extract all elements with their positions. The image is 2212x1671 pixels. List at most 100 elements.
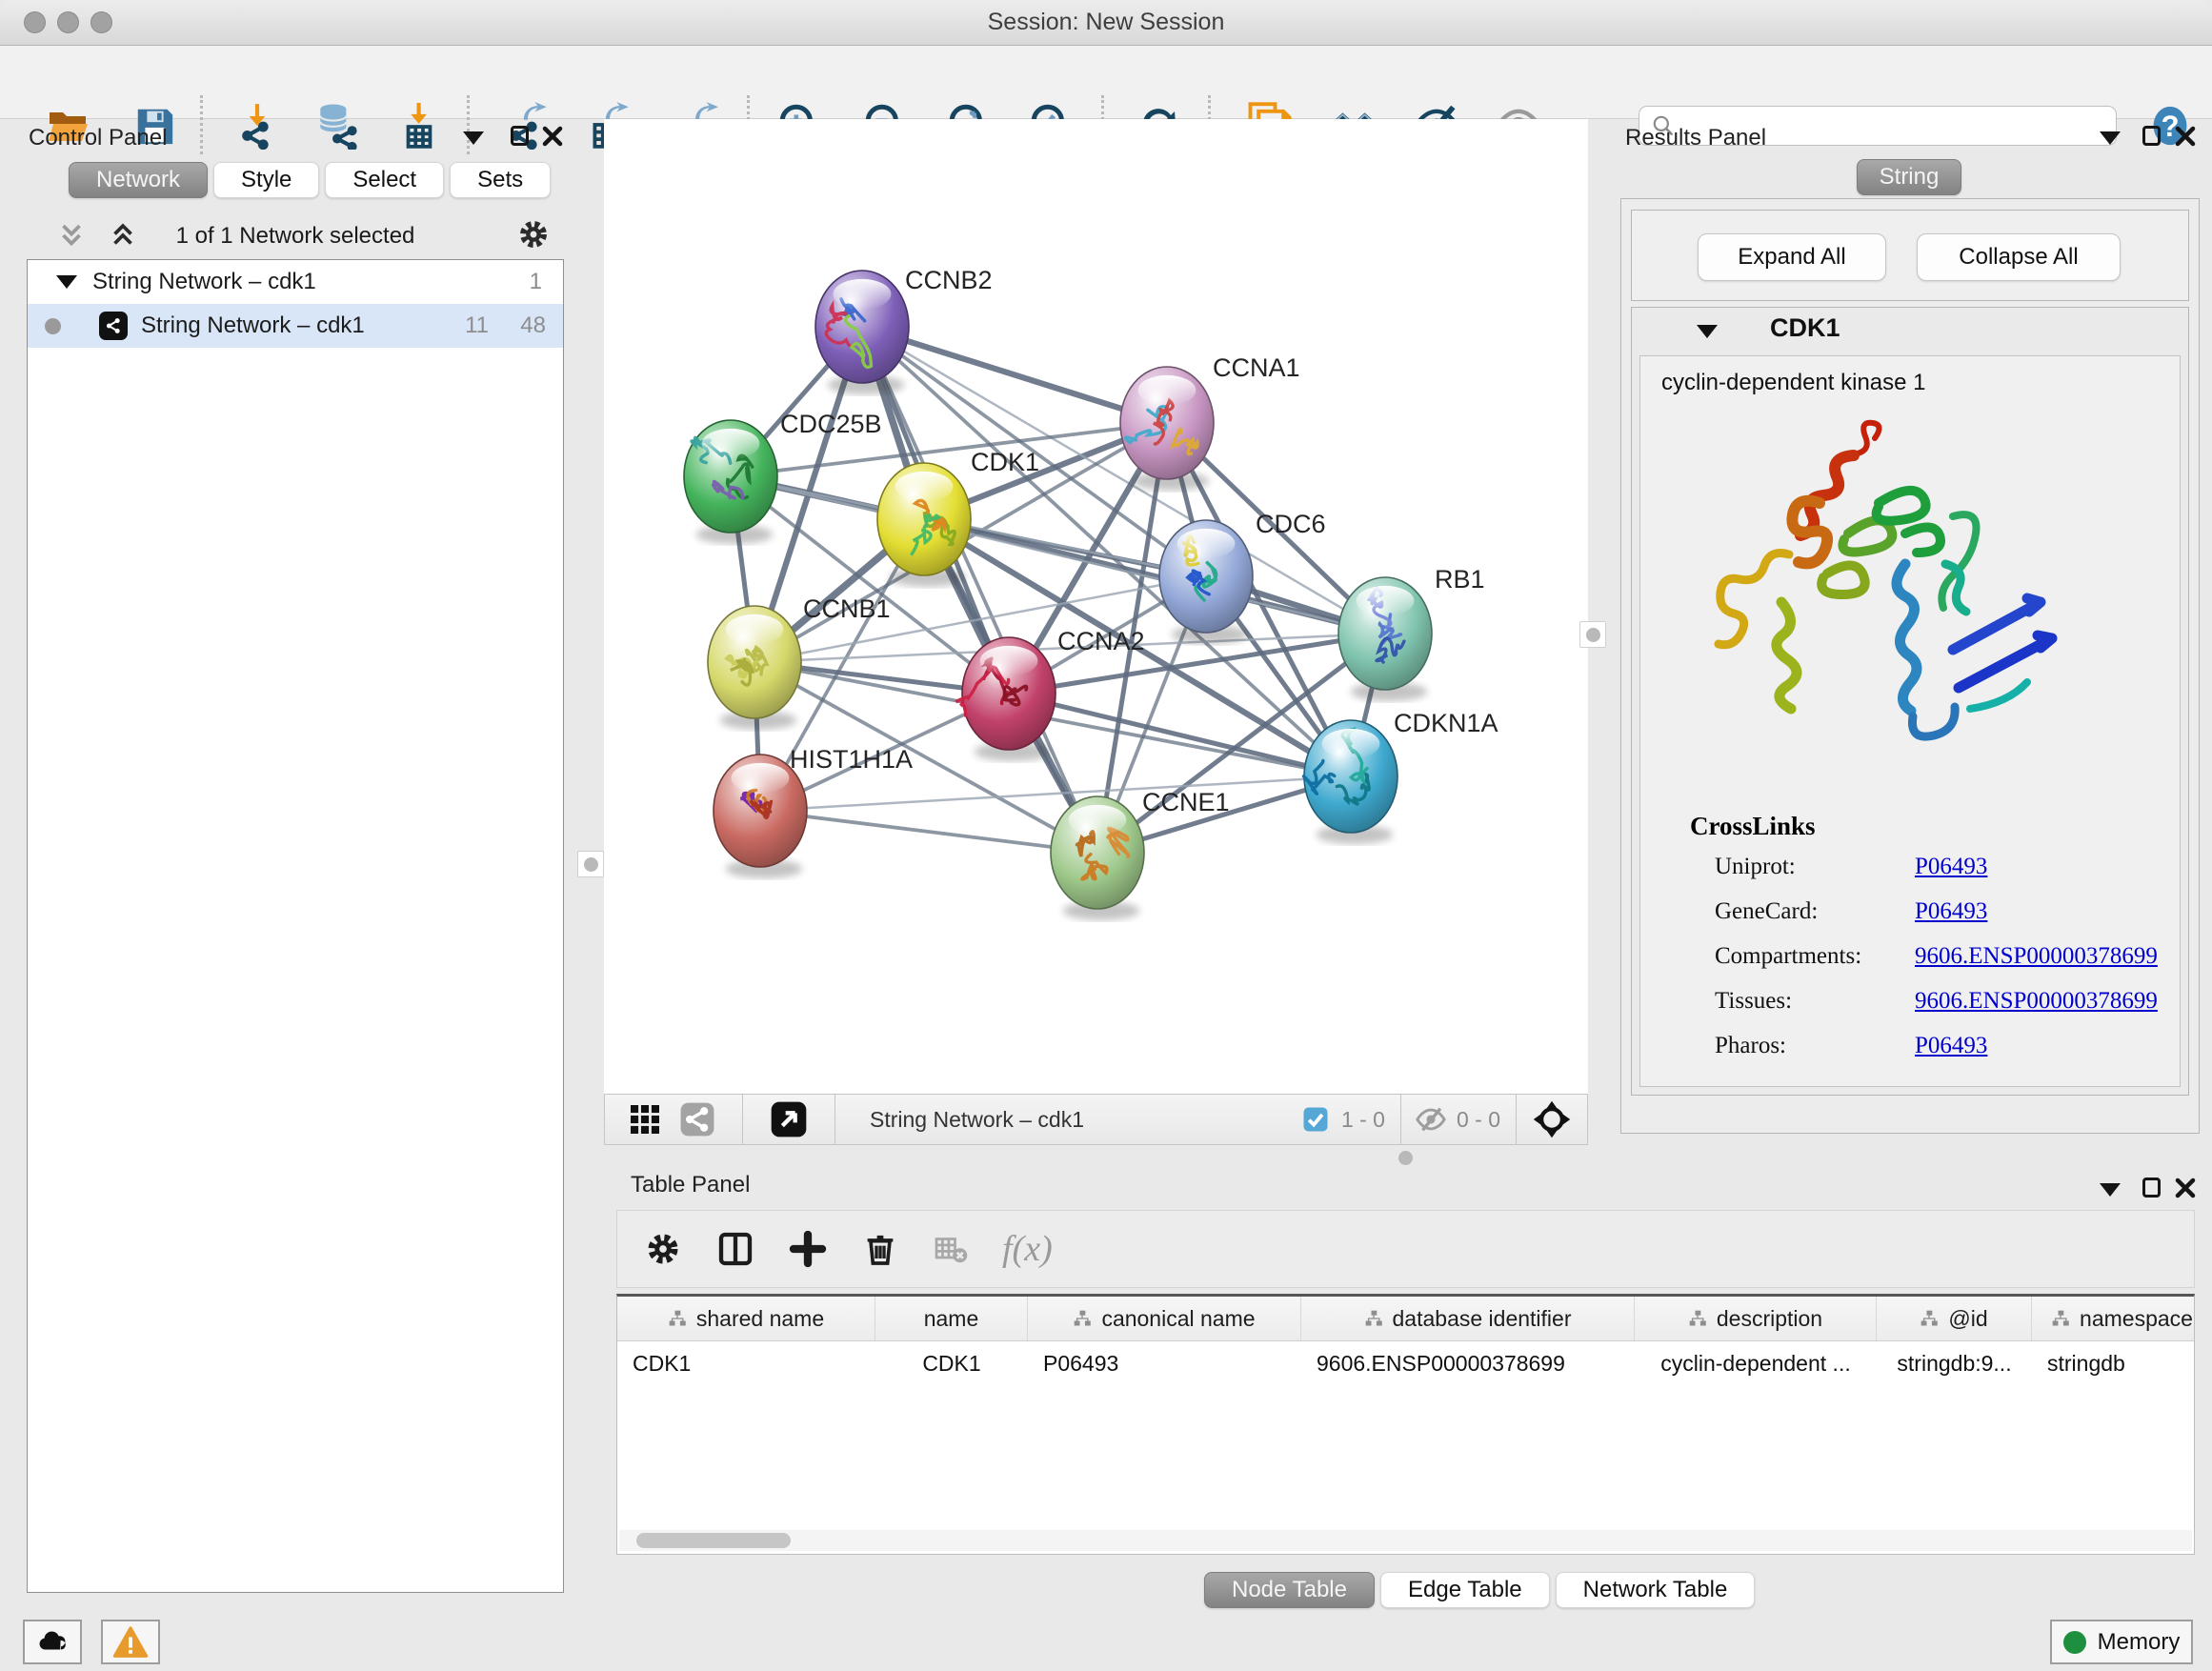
results-panel-float-button[interactable] [2142, 126, 2161, 146]
show-columns-icon[interactable] [716, 1230, 754, 1268]
collapse-all-button[interactable]: Collapse All [1917, 233, 2121, 281]
tab-network[interactable]: Network [69, 162, 208, 198]
import-network-database-button[interactable] [311, 99, 364, 152]
selected-checkbox-icon[interactable] [1301, 1105, 1330, 1134]
network-row[interactable]: String Network – cdk1 11 48 [28, 304, 563, 348]
table-panel-float-button[interactable] [2142, 1178, 2161, 1198]
node-CCNE1[interactable]: CCNE1 [1051, 788, 1230, 920]
column-header-database-identifier[interactable]: database identifier [1301, 1297, 1635, 1340]
memory-label: Memory [2098, 1629, 2181, 1656]
crosslink-row: Uniprot:P06493 [1640, 854, 2180, 898]
control-panel-title: Control Panel [29, 125, 167, 151]
crosslink-label: Pharos: [1715, 1033, 1786, 1059]
node-HIST1H1A[interactable]: HIST1H1A [714, 745, 913, 878]
table-options-gear-icon[interactable] [644, 1230, 682, 1268]
crosslink-link[interactable]: P06493 [1915, 854, 1987, 880]
column-header-name[interactable]: name [875, 1297, 1028, 1340]
node-CDKN1A[interactable]: CDKN1A [1303, 709, 1498, 844]
add-column-icon[interactable] [789, 1230, 827, 1268]
control-panel-collapse-button[interactable] [463, 131, 484, 145]
tab-node-table[interactable]: Node Table [1204, 1572, 1375, 1608]
control-panel-float-button[interactable] [511, 126, 529, 146]
grid-view-icon[interactable] [628, 1102, 662, 1137]
column-header--id[interactable]: @id [1877, 1297, 2032, 1340]
node-CCNB2[interactable]: CCNB2 [815, 266, 993, 394]
node-RB1[interactable]: RB1 [1338, 565, 1485, 701]
crosslink-link[interactable]: P06493 [1915, 1033, 1987, 1059]
crosslink-link[interactable]: 9606.ENSP00000378699 [1915, 943, 2158, 970]
crosslink-label: Compartments: [1715, 943, 1861, 970]
cell-shared-name[interactable]: CDK1 [617, 1341, 875, 1386]
table-horizontal-scrollbar[interactable] [619, 1530, 2192, 1551]
network-canvas[interactable]: CCNB2CCNA1CDC25BCDK1CDC6RB1CCNB1CCNA2CDK… [604, 119, 1588, 1094]
node-count: 11 [465, 312, 489, 339]
tab-select[interactable]: Select [325, 162, 444, 198]
node-CCNB1[interactable]: CCNB1 [708, 594, 891, 730]
table-row[interactable]: CDK1CDK1P064939606.ENSP00000378699cyclin… [617, 1341, 2194, 1386]
import-table-file-button[interactable] [392, 99, 446, 152]
share-view-icon[interactable] [679, 1101, 715, 1137]
cell-database-identifier[interactable]: 9606.ENSP00000378699 [1301, 1341, 1635, 1386]
crosslink-link[interactable]: P06493 [1915, 898, 1987, 925]
tab-string[interactable]: String [1857, 159, 1961, 195]
cdk1-section: CDK1 cyclin-dependent kinase 1 [1631, 307, 2189, 1096]
delete-table-icon[interactable] [934, 1232, 968, 1266]
node-label-CCNE1: CCNE1 [1142, 788, 1230, 816]
toolbar-separator [200, 95, 203, 154]
network-collection-row[interactable]: String Network – cdk1 1 [28, 260, 563, 304]
protein-description: cyclin-dependent kinase 1 [1661, 370, 1926, 396]
crosslink-row: GeneCard:P06493 [1640, 898, 2180, 943]
results-panel-collapse-button[interactable] [2100, 131, 2121, 145]
table-panel-collapse-button[interactable] [2100, 1183, 2121, 1197]
results-panel-close-button[interactable] [2174, 125, 2197, 148]
node-label-RB1: RB1 [1435, 565, 1485, 594]
birdseye-toggle-icon[interactable] [770, 1100, 808, 1138]
table-panel-close-button[interactable] [2174, 1177, 2197, 1199]
node-label-CDK1: CDK1 [971, 448, 1039, 476]
memory-button[interactable]: Memory [2050, 1620, 2193, 1664]
tab-network-table[interactable]: Network Table [1556, 1572, 1756, 1608]
column-header-shared-name[interactable]: shared name [617, 1297, 875, 1340]
cell--id[interactable]: stringdb:9... [1877, 1341, 2032, 1386]
network-tree: String Network – cdk1 1 String Network –… [27, 259, 564, 1593]
warning-status-button[interactable] [101, 1620, 160, 1664]
cell-description[interactable]: cyclin-dependent ... [1635, 1341, 1877, 1386]
expand-all-button[interactable]: Expand All [1698, 233, 1886, 281]
cloud-status-button[interactable] [23, 1620, 82, 1664]
edge-HIST1H1A-CCNE1[interactable] [760, 811, 1097, 853]
function-builder-icon[interactable]: f(x) [1002, 1228, 1053, 1270]
tab-style[interactable]: Style [213, 162, 319, 198]
edge-CCNB2-CCNE1[interactable] [862, 327, 1097, 853]
cell-namespace[interactable]: stringdb [2032, 1341, 2195, 1386]
import-database-icon [313, 102, 361, 150]
tab-sets[interactable]: Sets [450, 162, 551, 198]
column-header-canonical-name[interactable]: canonical name [1028, 1297, 1301, 1340]
cell-name[interactable]: CDK1 [875, 1341, 1028, 1386]
cdk1-expander-icon[interactable] [1697, 325, 1718, 338]
column-header-description[interactable]: description [1635, 1297, 1877, 1340]
left-splitter-handle[interactable] [577, 851, 604, 877]
cell-canonical-name[interactable]: P06493 [1028, 1341, 1301, 1386]
network-graph[interactable]: CCNB2CCNA1CDC25BCDK1CDC6RB1CCNB1CCNA2CDK… [604, 119, 1588, 1094]
bottom-splitter-handle[interactable] [1393, 1145, 1418, 1170]
expand-all-tree-icon[interactable] [107, 219, 139, 252]
hidden-eye-icon[interactable] [1415, 1103, 1447, 1136]
delete-column-icon[interactable] [861, 1230, 899, 1268]
import-network-file-button[interactable] [231, 99, 284, 152]
fit-content-crosshair-icon[interactable] [1532, 1099, 1572, 1139]
crosslink-row: Pharos: P06493 [1640, 1033, 2180, 1077]
tab-edge-table[interactable]: Edge Table [1380, 1572, 1550, 1608]
crosslink-link[interactable]: 9606.ENSP00000378699 [1915, 988, 2158, 1015]
right-splitter-handle[interactable] [1579, 621, 1606, 648]
scrollbar-thumb[interactable] [636, 1533, 791, 1548]
collapse-all-tree-icon[interactable] [55, 219, 88, 252]
column-header-namespace[interactable]: namespace [2032, 1297, 2195, 1340]
node-label-CCNA2: CCNA2 [1057, 627, 1145, 655]
node-CCNA1[interactable]: CCNA1 [1120, 353, 1300, 491]
node-label-CCNA1: CCNA1 [1213, 353, 1300, 382]
tree-expander-icon[interactable] [56, 275, 77, 289]
network-options-gear-icon[interactable] [516, 217, 551, 252]
node-CDC25B[interactable]: CDC25B [684, 410, 882, 544]
control-panel-close-button[interactable] [541, 125, 564, 148]
collection-count: 1 [530, 269, 542, 295]
